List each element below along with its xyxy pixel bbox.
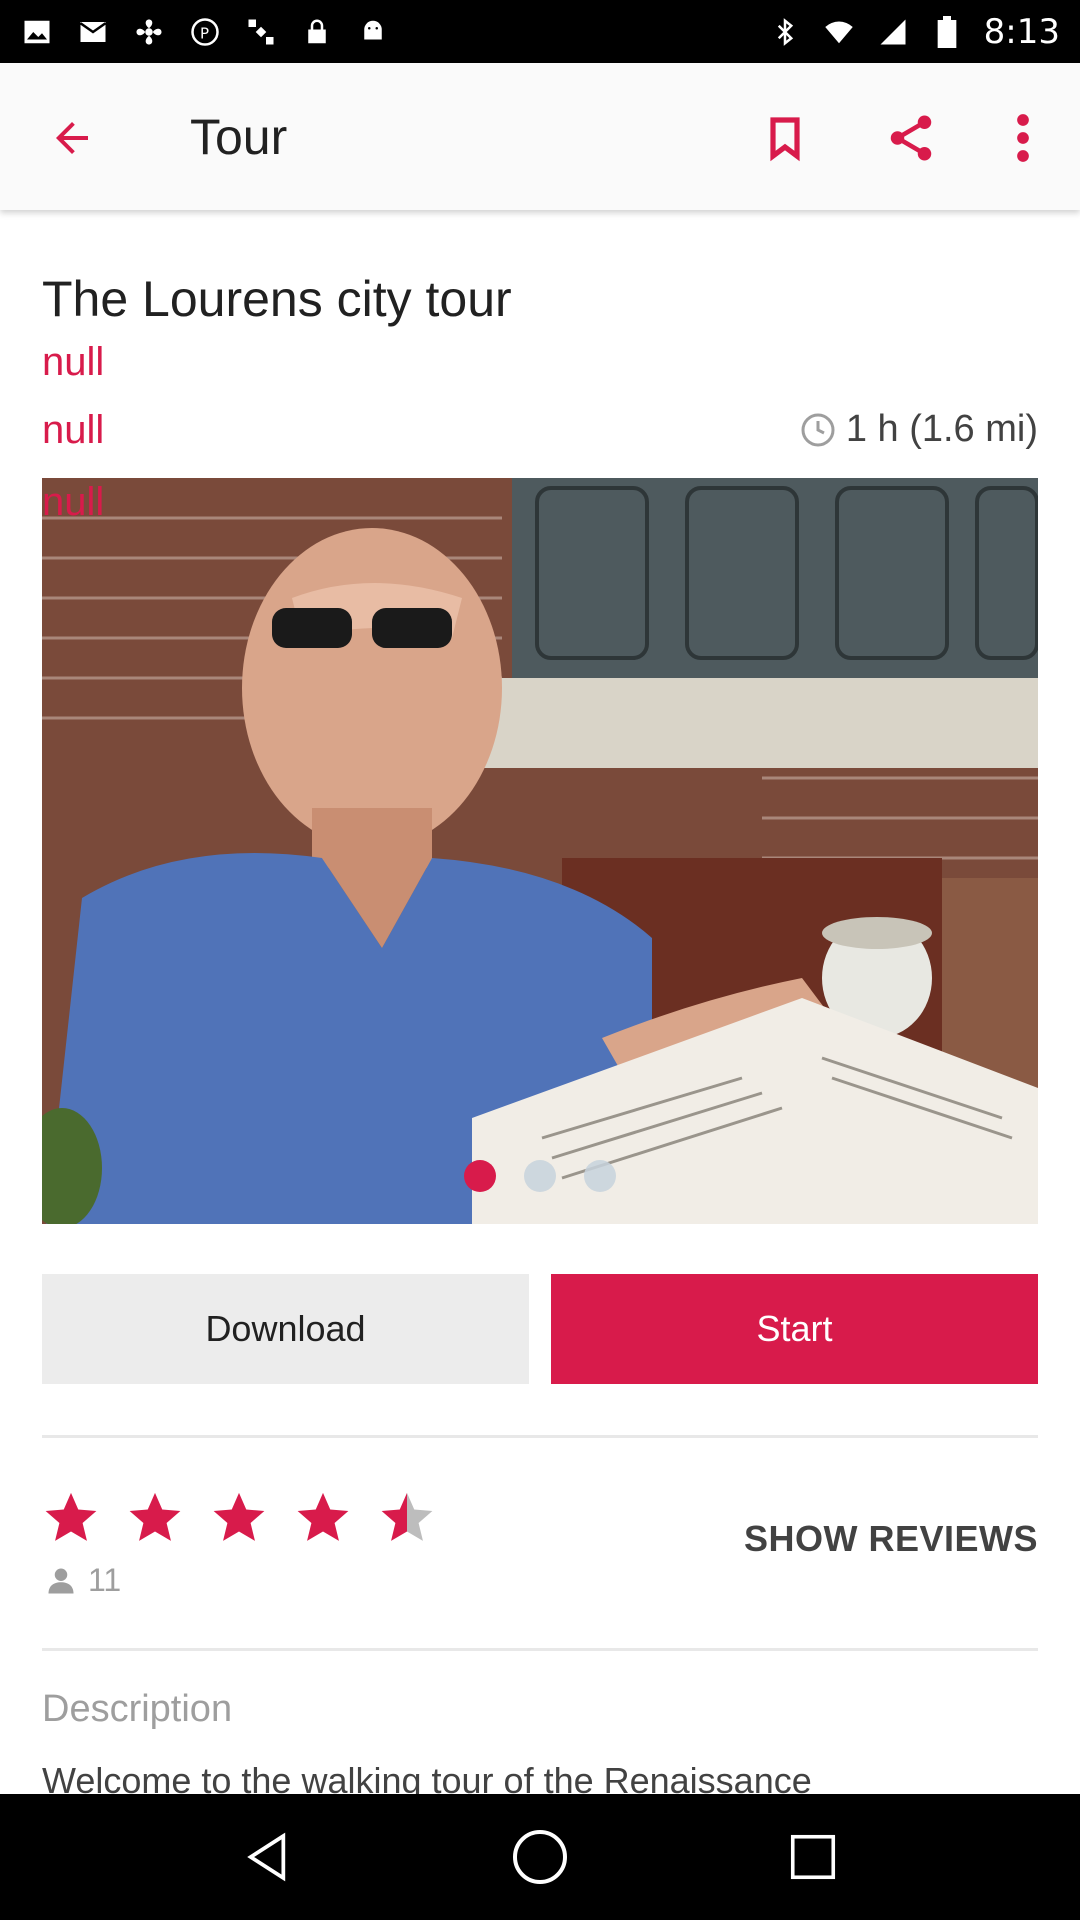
signal-icon xyxy=(876,15,910,49)
tour-duration-text: 1 h (1.6 mi) xyxy=(845,408,1038,450)
app-bar: Tour xyxy=(0,63,1080,210)
more-options-button[interactable] xyxy=(988,103,1058,173)
wifi-icon xyxy=(822,15,856,49)
pager-dot[interactable] xyxy=(464,1160,496,1192)
divider xyxy=(42,1435,1038,1438)
rating-stars xyxy=(42,1488,436,1546)
svg-text:P: P xyxy=(200,24,209,42)
star-full-icon xyxy=(45,1492,97,1541)
tour-subtitle-1: null xyxy=(42,340,105,384)
system-nav-bar xyxy=(0,1794,1080,1920)
nav-recents-icon xyxy=(791,1834,836,1880)
tour-duration: 1 h (1.6 mi) xyxy=(800,408,1038,451)
tour-photo xyxy=(42,478,1038,1224)
status-time: 8:13 xyxy=(983,11,1060,52)
battery-icon xyxy=(930,15,964,49)
tour-image-overlay-text: null xyxy=(42,480,105,524)
satellite-icon xyxy=(244,15,278,49)
mail-icon xyxy=(76,15,110,49)
pager-dot[interactable] xyxy=(584,1160,616,1192)
description-text: Welcome to the walking tour of the Renai… xyxy=(42,1760,812,1794)
pager-dot[interactable] xyxy=(524,1160,556,1192)
tour-subtitle-2: null xyxy=(42,408,105,452)
more-vert-icon xyxy=(1017,114,1029,162)
image-icon xyxy=(20,15,54,49)
p-icon: P xyxy=(188,15,222,49)
bookmark-icon xyxy=(770,117,800,162)
back-button[interactable] xyxy=(42,113,102,163)
nav-home-icon xyxy=(512,1830,567,1884)
status-right-icons: 8:13 xyxy=(768,12,1060,52)
description-heading: Description xyxy=(42,1688,233,1730)
tour-image[interactable] xyxy=(42,478,1038,1224)
clock-icon xyxy=(801,413,835,446)
nav-home-button[interactable] xyxy=(505,1822,575,1892)
star-full-icon xyxy=(129,1492,181,1541)
tour-title: The Lourens city tour xyxy=(42,271,512,327)
divider xyxy=(42,1648,1038,1651)
show-reviews-button[interactable]: SHOW REVIEWS xyxy=(744,1518,1038,1560)
lock-icon xyxy=(300,15,334,49)
android-icon xyxy=(356,15,390,49)
fan-icon xyxy=(132,15,166,49)
status-left-icons: P xyxy=(20,15,390,49)
back-arrow-icon xyxy=(56,122,88,154)
person-icon xyxy=(48,1568,74,1593)
star-full-icon xyxy=(297,1492,349,1541)
image-pager[interactable] xyxy=(464,1160,616,1192)
bluetooth-icon xyxy=(768,15,802,49)
review-count: 11 xyxy=(46,1562,121,1599)
share-button[interactable] xyxy=(876,103,946,173)
nav-recents-button[interactable] xyxy=(778,1822,848,1892)
status-bar: P 8:13 xyxy=(0,0,1080,63)
page-title: Tour xyxy=(190,109,288,165)
share-icon xyxy=(890,115,932,161)
download-button[interactable]: Download xyxy=(42,1274,529,1384)
review-count-text: 11 xyxy=(88,1562,122,1598)
start-button[interactable]: Start xyxy=(551,1274,1038,1384)
bookmark-button[interactable] xyxy=(750,103,820,173)
star-full-icon xyxy=(213,1492,265,1541)
nav-back-icon xyxy=(246,1832,285,1882)
star-half-icon xyxy=(381,1492,433,1541)
nav-back-button[interactable] xyxy=(232,1822,302,1892)
